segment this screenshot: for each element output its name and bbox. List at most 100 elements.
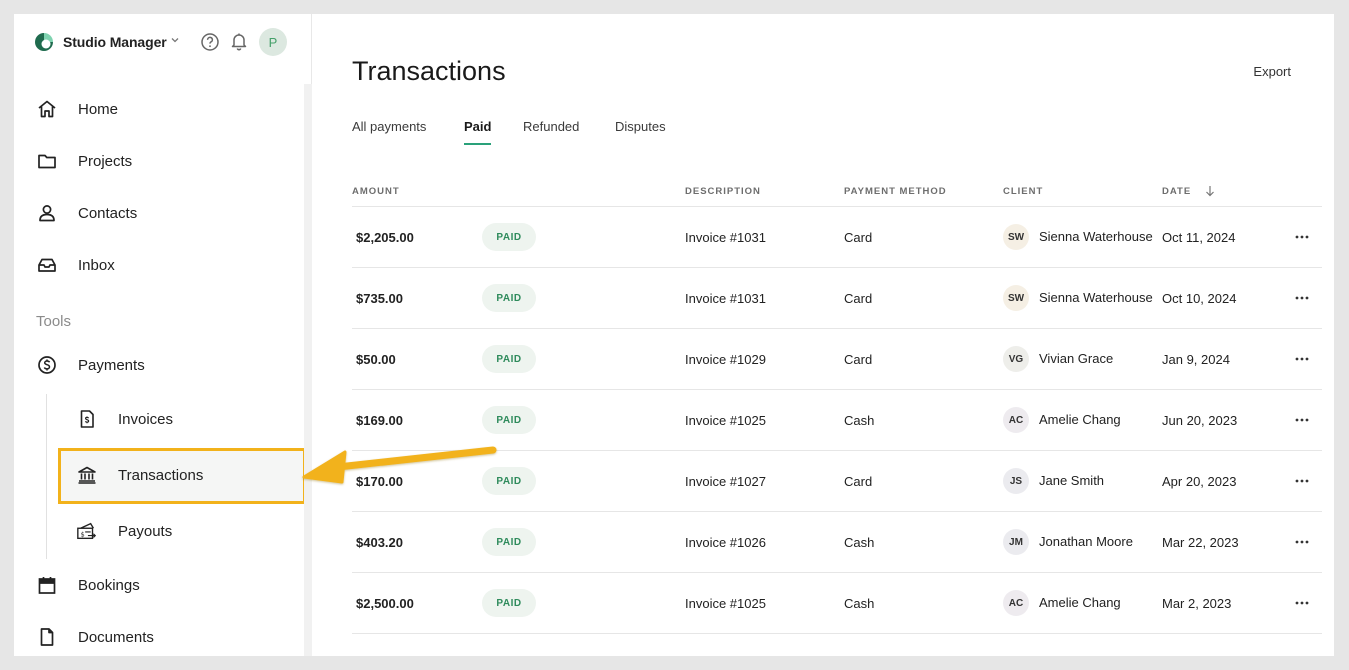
tab-paid[interactable]: Paid bbox=[464, 119, 492, 145]
column-header-date[interactable]: DATE bbox=[1162, 186, 1191, 197]
main-content: Transactions Export All payments Paid Re… bbox=[312, 14, 1334, 656]
invoice-icon bbox=[76, 408, 98, 430]
client-cell: Sienna Waterhouse bbox=[1039, 290, 1153, 305]
bank-icon bbox=[76, 464, 98, 486]
date-cell: Jan 9, 2024 bbox=[1162, 351, 1230, 367]
status-badge: PAID bbox=[482, 345, 536, 373]
status-badge: PAID bbox=[482, 284, 536, 312]
more-options-icon[interactable] bbox=[1294, 295, 1310, 301]
nav-item-home[interactable]: Home bbox=[14, 89, 304, 129]
nav-item-bookings[interactable]: Bookings bbox=[14, 565, 304, 605]
client-avatar: AC bbox=[1003, 407, 1029, 433]
bell-icon[interactable] bbox=[229, 31, 249, 52]
amount-cell: $50.00 bbox=[356, 351, 396, 367]
page-title: Transactions bbox=[352, 56, 506, 86]
export-button[interactable]: Export bbox=[1253, 64, 1291, 79]
nav-item-payments-label: Payments bbox=[78, 356, 145, 374]
client-cell: Jane Smith bbox=[1039, 473, 1105, 488]
date-cell: Oct 10, 2024 bbox=[1162, 290, 1237, 306]
table-row[interactable]: $2,205.00 PAID Invoice #1031 Card SW Sienna W… bbox=[352, 207, 1322, 268]
dollar-circle-icon bbox=[36, 354, 58, 376]
description-cell: Invoice #1025 bbox=[685, 595, 766, 611]
chevron-down-icon[interactable] bbox=[169, 34, 181, 46]
studio-switcher[interactable]: Studio Manager bbox=[63, 34, 167, 50]
more-options-icon[interactable] bbox=[1294, 356, 1310, 362]
studio-logo-icon bbox=[35, 33, 53, 51]
more-options-icon[interactable] bbox=[1294, 478, 1310, 484]
tab-refunded[interactable]: Refunded bbox=[523, 119, 579, 134]
table-row[interactable]: $170.00 PAID Invoice #1027 Card JS Jane Smith… bbox=[352, 451, 1322, 512]
user-avatar[interactable]: P bbox=[259, 28, 287, 56]
column-header-client: CLIENT bbox=[1003, 186, 1044, 197]
amount-cell: $170.00 bbox=[356, 473, 403, 489]
help-icon[interactable] bbox=[200, 32, 220, 52]
sidebar-header: Studio Manager P bbox=[14, 14, 304, 70]
status-badge: PAID bbox=[482, 223, 536, 251]
date-cell: Apr 20, 2023 bbox=[1162, 473, 1237, 489]
description-cell: Invoice #1027 bbox=[685, 473, 766, 489]
client-cell: Amelie Chang bbox=[1039, 595, 1121, 610]
amount-cell: $2,500.00 bbox=[356, 595, 414, 611]
nav-item-inbox-label: Inbox bbox=[78, 256, 115, 274]
nav-item-projects-label: Projects bbox=[78, 152, 133, 170]
status-badge: PAID bbox=[482, 467, 536, 495]
sidebar-scrollbar[interactable] bbox=[304, 84, 312, 656]
nav-item-transactions[interactable]: Transactions bbox=[14, 455, 304, 495]
table-row[interactable]: $735.00 PAID Invoice #1031 Card SW Sienna Wat… bbox=[352, 268, 1322, 329]
nav-item-inbox[interactable]: Inbox bbox=[14, 245, 304, 285]
amount-cell: $169.00 bbox=[356, 412, 403, 428]
nav-item-contacts[interactable]: Contacts bbox=[14, 193, 304, 233]
nav-item-home-label: Home bbox=[78, 100, 119, 118]
table-row[interactable]: $50.00 PAID Invoice #1029 Card VG Vivian Grac… bbox=[352, 329, 1322, 390]
amount-cell: $2,205.00 bbox=[356, 229, 414, 245]
payment-method-cell: Card bbox=[844, 290, 873, 306]
nav-item-invoices-label: Invoices bbox=[118, 410, 174, 428]
status-badge: PAID bbox=[482, 406, 536, 434]
tab-disputes[interactable]: Disputes bbox=[615, 119, 666, 134]
nav-item-payouts-label: Payouts bbox=[118, 522, 173, 540]
description-cell: Invoice #1026 bbox=[685, 534, 766, 550]
nav-item-payouts[interactable]: $ Payouts bbox=[14, 511, 304, 551]
amount-cell: $735.00 bbox=[356, 290, 403, 306]
description-cell: Invoice #1031 bbox=[685, 229, 766, 245]
svg-text:$: $ bbox=[81, 531, 85, 539]
description-cell: Invoice #1025 bbox=[685, 412, 766, 428]
more-options-icon[interactable] bbox=[1294, 539, 1310, 545]
more-options-icon[interactable] bbox=[1294, 600, 1310, 606]
more-options-icon[interactable] bbox=[1294, 417, 1310, 423]
folder-icon bbox=[36, 150, 58, 172]
nav-item-invoices[interactable]: Invoices bbox=[14, 399, 304, 439]
payment-method-cell: Card bbox=[844, 473, 873, 489]
table-row[interactable]: $169.00 PAID Invoice #1025 Cash AC Amelie Cha… bbox=[352, 390, 1322, 451]
table-row[interactable]: $403.20 PAID Invoice #1026 Cash JM Jonathan M… bbox=[352, 512, 1322, 573]
client-avatar: AC bbox=[1003, 590, 1029, 616]
calendar-icon bbox=[36, 574, 58, 596]
more-options-icon[interactable] bbox=[1294, 234, 1310, 240]
status-badge: PAID bbox=[482, 528, 536, 556]
date-cell: Jun 20, 2023 bbox=[1162, 412, 1238, 428]
table-row[interactable]: $2,500.00 PAID Invoice #1025 Cash AC Amelie C… bbox=[352, 573, 1322, 634]
tab-paid-label: Paid bbox=[464, 119, 492, 134]
column-header-payment-method: PAYMENT METHOD bbox=[844, 186, 947, 197]
client-cell: Jonathan Moore bbox=[1039, 534, 1133, 549]
payment-method-cell: Cash bbox=[844, 412, 875, 428]
sort-descending-icon[interactable] bbox=[1205, 185, 1215, 197]
nav-item-contacts-label: Contacts bbox=[78, 204, 138, 222]
client-cell: Sienna Waterhouse bbox=[1039, 229, 1153, 244]
date-cell: Oct 11, 2024 bbox=[1162, 229, 1236, 245]
nav-item-projects[interactable]: Projects bbox=[14, 141, 304, 181]
client-avatar: SW bbox=[1003, 285, 1029, 311]
sidebar: Studio Manager P Home Projects Contacts … bbox=[14, 14, 312, 656]
column-header-amount: AMOUNT bbox=[352, 186, 400, 197]
nav-item-documents-label: Documents bbox=[78, 628, 154, 646]
home-icon bbox=[36, 98, 58, 120]
client-avatar: SW bbox=[1003, 224, 1029, 250]
active-tab-indicator bbox=[464, 143, 492, 145]
payout-icon: $ bbox=[76, 520, 98, 542]
tab-all-payments[interactable]: All payments bbox=[352, 119, 426, 134]
payment-method-cell: Card bbox=[844, 351, 873, 367]
date-cell: Mar 22, 2023 bbox=[1162, 534, 1239, 550]
app-window: Studio Manager P Home Projects Contacts … bbox=[14, 14, 1334, 656]
nav-item-payments[interactable]: Payments bbox=[14, 345, 304, 385]
nav-item-documents[interactable]: Documents bbox=[14, 617, 304, 656]
